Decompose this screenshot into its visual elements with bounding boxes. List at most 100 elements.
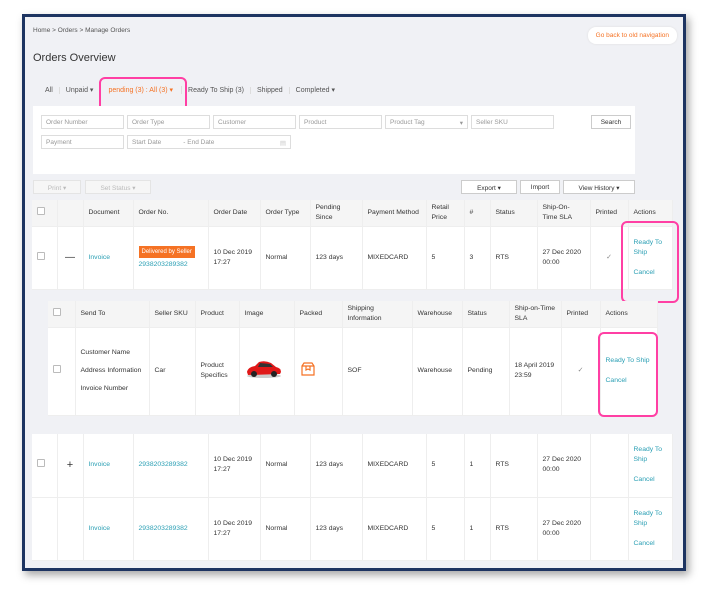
checkbox[interactable] [37, 251, 45, 260]
checkbox[interactable] [37, 459, 45, 468]
view-history-button[interactable]: View History ▾ [563, 180, 635, 194]
search-button[interactable]: Search [591, 115, 631, 129]
expand-icon[interactable]: + [57, 434, 84, 498]
select-all[interactable] [32, 200, 58, 227]
status: RTS [490, 434, 538, 498]
header-status: Status [490, 200, 538, 227]
expand-cell [57, 497, 84, 561]
orders-table-continued: + Invoice 2938203289382 10 Dec 2019 17:2… [32, 434, 673, 561]
product-tag-label: Product Tag [390, 119, 425, 126]
order-type: Normal [260, 497, 311, 561]
separator: > [52, 27, 56, 34]
header-order-date: Order Date [208, 200, 261, 227]
sla: 27 Dec 2020 00:00 [537, 434, 591, 498]
calendar-icon: ▤ [279, 140, 286, 147]
invoice-link[interactable]: Invoice [83, 497, 134, 561]
tab-ready-to-ship[interactable]: Ready To Ship (3) [182, 86, 251, 94]
order-items-table: Send To Seller SKU Product Image Packed Shipp… [48, 301, 658, 416]
order-type-input[interactable]: Order Type [127, 115, 210, 129]
tab-completed[interactable]: Completed ▾ [290, 86, 341, 94]
table-row: — Invoice Delivered by Seller 29382032893… [32, 226, 673, 290]
filter-panel: Order Number Order Type Customer Product… [33, 106, 635, 174]
row-select [32, 497, 58, 561]
ready-to-ship-link[interactable]: Ready To Ship [634, 509, 667, 529]
row-select[interactable] [32, 434, 58, 498]
table-row: Invoice 2938203289382 10 Dec 2019 17:27 … [32, 497, 673, 561]
status: RTS [490, 226, 538, 290]
row-select[interactable] [32, 226, 58, 290]
app-window: Home > Orders > Manage Orders Go back to… [22, 14, 686, 571]
header-order-no: Order No. [133, 200, 209, 227]
tab-unpaid[interactable]: Unpaid ▾ [60, 86, 101, 94]
date-range-input[interactable]: Start Date - End Date ▤ [127, 135, 291, 149]
order-type: Normal [260, 226, 311, 290]
select-all-items[interactable] [48, 301, 76, 328]
customer-input[interactable]: Customer [213, 115, 296, 129]
header-send-to: Send To [75, 301, 150, 328]
order-date: 10 Dec 2019 17:27 [208, 434, 261, 498]
payment-input[interactable]: Payment [41, 135, 124, 149]
header-expand [57, 200, 84, 227]
set-status-button[interactable]: Set Status ▾ [85, 180, 151, 194]
order-number-input[interactable]: Order Number [41, 115, 124, 129]
header-product: Product [195, 301, 240, 328]
product-tag-select[interactable]: Product Tag ▾ [385, 115, 468, 129]
quantity: 1 [464, 497, 491, 561]
cancel-link[interactable]: Cancel [634, 539, 667, 549]
breadcrumb-home[interactable]: Home [33, 27, 50, 34]
order-number-link[interactable]: 2938203289382 [139, 261, 188, 268]
collapse-icon[interactable]: — [57, 226, 84, 290]
import-button[interactable]: Import [520, 180, 560, 194]
order-number-link[interactable]: 2938203289382 [133, 497, 209, 561]
packed-icon [294, 327, 343, 416]
order-date: 10 Dec 2019 17:27 [208, 497, 261, 561]
header-order-type: Order Type [260, 200, 311, 227]
address-info: Address Information [80, 367, 142, 374]
checkbox[interactable] [53, 307, 61, 316]
customer-name: Customer Name [80, 349, 130, 356]
payment-method: MIXEDCARD [362, 434, 427, 498]
invoice-link[interactable]: Invoice [83, 434, 134, 498]
orders-table: Document Order No. Order Date Order Type Pen… [32, 200, 673, 290]
header-image: Image [239, 301, 295, 328]
sla: 27 Dec 2020 00:00 [537, 497, 591, 561]
item-row: Customer Name Address Information Invoice … [48, 327, 658, 416]
status: RTS [490, 497, 538, 561]
car-image [246, 361, 281, 378]
checkbox[interactable] [53, 365, 61, 373]
header-document: Document [83, 200, 134, 227]
header-printed: Printed [561, 301, 601, 328]
date-separator: - [183, 139, 186, 146]
header-seller-sku: Seller SKU [149, 301, 196, 328]
item-sla: 18 April 2019 23:59 [509, 327, 562, 416]
export-button[interactable]: Export ▾ [461, 180, 517, 194]
breadcrumb-current: Manage Orders [85, 27, 131, 34]
shipping-info: SOF [342, 327, 413, 416]
item-select[interactable] [48, 327, 76, 416]
header-sla: Ship-On-Time SLA [537, 200, 591, 227]
order-date: 10 Dec 2019 17:27 [208, 226, 261, 290]
header-payment-method: Payment Method [362, 200, 427, 227]
tab-all[interactable]: All [39, 86, 60, 94]
seller-sku-input[interactable]: Seller SKU [471, 115, 554, 129]
old-navigation-button[interactable]: Go back to old navigation [587, 27, 677, 44]
breadcrumb: Home > Orders > Manage Orders [33, 27, 130, 34]
breadcrumb-orders[interactable]: Orders [58, 27, 78, 34]
item-status: Pending [462, 327, 510, 416]
header-retail-price: Retail Price [426, 200, 465, 227]
product-input[interactable]: Product [299, 115, 382, 129]
status-tabs: All Unpaid ▾ pending (3) : All (3) ▾ Rea… [39, 86, 341, 94]
invoice-link[interactable]: Invoice [83, 226, 134, 290]
order-type: Normal [260, 434, 311, 498]
tab-shipped[interactable]: Shipped [251, 86, 290, 94]
checkbox[interactable] [37, 206, 45, 215]
ready-to-ship-link[interactable]: Ready To Ship [634, 445, 667, 465]
header-actions: Actions [600, 301, 658, 328]
header-sla: Ship-on-Time SLA [509, 301, 562, 328]
printed [590, 497, 629, 561]
header-shipping-info: Shipping Information [342, 301, 413, 328]
order-number-link[interactable]: 2938203289382 [133, 434, 209, 498]
page-title: Orders Overview [33, 52, 116, 64]
cancel-link[interactable]: Cancel [634, 475, 667, 485]
print-button[interactable]: Print ▾ [33, 180, 81, 194]
